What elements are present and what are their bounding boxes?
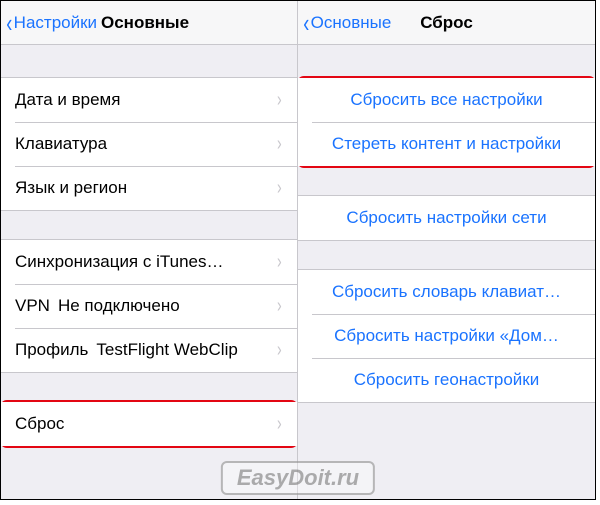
- right-content: Сбросить все настройки Стереть контент и…: [298, 45, 595, 499]
- back-button-settings[interactable]: ‹ Настройки: [1, 10, 97, 36]
- row-label: Клавиатура: [15, 134, 107, 154]
- chevron-right-icon: ›: [277, 339, 282, 362]
- app-frame: ‹ Настройки Основные Дата и время › Клав…: [0, 0, 596, 500]
- row-value: TestFlight WebClip: [96, 340, 276, 360]
- row-keyboard[interactable]: Клавиатура ›: [1, 122, 297, 166]
- settings-reset-pane: ‹ Основные Сброс Сбросить все настройки …: [298, 1, 595, 499]
- chevron-right-icon: ›: [277, 89, 282, 112]
- row-profile[interactable]: Профиль TestFlight WebClip ›: [1, 328, 297, 372]
- row-label: Дата и время: [15, 90, 120, 110]
- row-value: Не подключено: [58, 296, 276, 316]
- row-reset-keyboard-dict[interactable]: Сбросить словарь клавиат…: [298, 270, 595, 314]
- back-button-general[interactable]: ‹ Основные: [298, 10, 391, 36]
- chevron-right-icon: ›: [277, 251, 282, 274]
- row-reset-home-layout[interactable]: Сбросить настройки «Дом…: [298, 314, 595, 358]
- row-label: VPN: [15, 296, 50, 316]
- chevron-right-icon: ›: [277, 413, 282, 436]
- row-label: Синхронизация с iTunes…: [15, 252, 223, 272]
- navbar-left: ‹ Настройки Основные: [1, 1, 297, 45]
- action-label: Сбросить все настройки: [312, 90, 581, 110]
- action-label: Сбросить настройки сети: [312, 208, 581, 228]
- row-reset-location[interactable]: Сбросить геонастройки: [298, 358, 595, 402]
- action-label: Сбросить настройки «Дом…: [312, 326, 581, 346]
- row-reset-network[interactable]: Сбросить настройки сети: [298, 196, 595, 240]
- chevron-right-icon: ›: [277, 295, 282, 318]
- group-reset: Сброс ›: [1, 401, 297, 447]
- row-reset[interactable]: Сброс ›: [1, 402, 297, 446]
- action-label: Сбросить словарь клавиат…: [312, 282, 581, 302]
- row-label: Профиль: [15, 340, 88, 360]
- group-reset-network: Сбросить настройки сети: [298, 195, 595, 241]
- row-label: Сброс: [15, 414, 64, 434]
- group-reset-other: Сбросить словарь клавиат… Сбросить настр…: [298, 269, 595, 403]
- row-erase-all-content[interactable]: Стереть контент и настройки: [298, 122, 595, 166]
- left-content: Дата и время › Клавиатура › Язык и регио…: [1, 45, 297, 499]
- group-date-keyboard-language: Дата и время › Клавиатура › Язык и регио…: [1, 77, 297, 211]
- chevron-left-icon: ‹: [6, 10, 12, 36]
- back-label: Основные: [311, 13, 392, 33]
- chevron-left-icon: ‹: [303, 10, 309, 36]
- row-itunes-sync[interactable]: Синхронизация с iTunes… ›: [1, 240, 297, 284]
- row-label: Язык и регион: [15, 178, 127, 198]
- chevron-right-icon: ›: [277, 133, 282, 156]
- action-label: Сбросить геонастройки: [312, 370, 581, 390]
- row-reset-all-settings[interactable]: Сбросить все настройки: [298, 78, 595, 122]
- chevron-right-icon: ›: [277, 177, 282, 200]
- row-vpn[interactable]: VPN Не подключено ›: [1, 284, 297, 328]
- navbar-right: ‹ Основные Сброс: [298, 1, 595, 45]
- back-label: Настройки: [14, 13, 97, 33]
- settings-general-pane: ‹ Настройки Основные Дата и время › Клав…: [1, 1, 298, 499]
- action-label: Стереть контент и настройки: [312, 134, 581, 154]
- group-reset-all-erase: Сбросить все настройки Стереть контент и…: [298, 77, 595, 167]
- nav-title-general: Основные: [101, 13, 189, 33]
- row-language-region[interactable]: Язык и регион ›: [1, 166, 297, 210]
- row-date-time[interactable]: Дата и время ›: [1, 78, 297, 122]
- group-sync-vpn-profile: Синхронизация с iTunes… › VPN Не подключ…: [1, 239, 297, 373]
